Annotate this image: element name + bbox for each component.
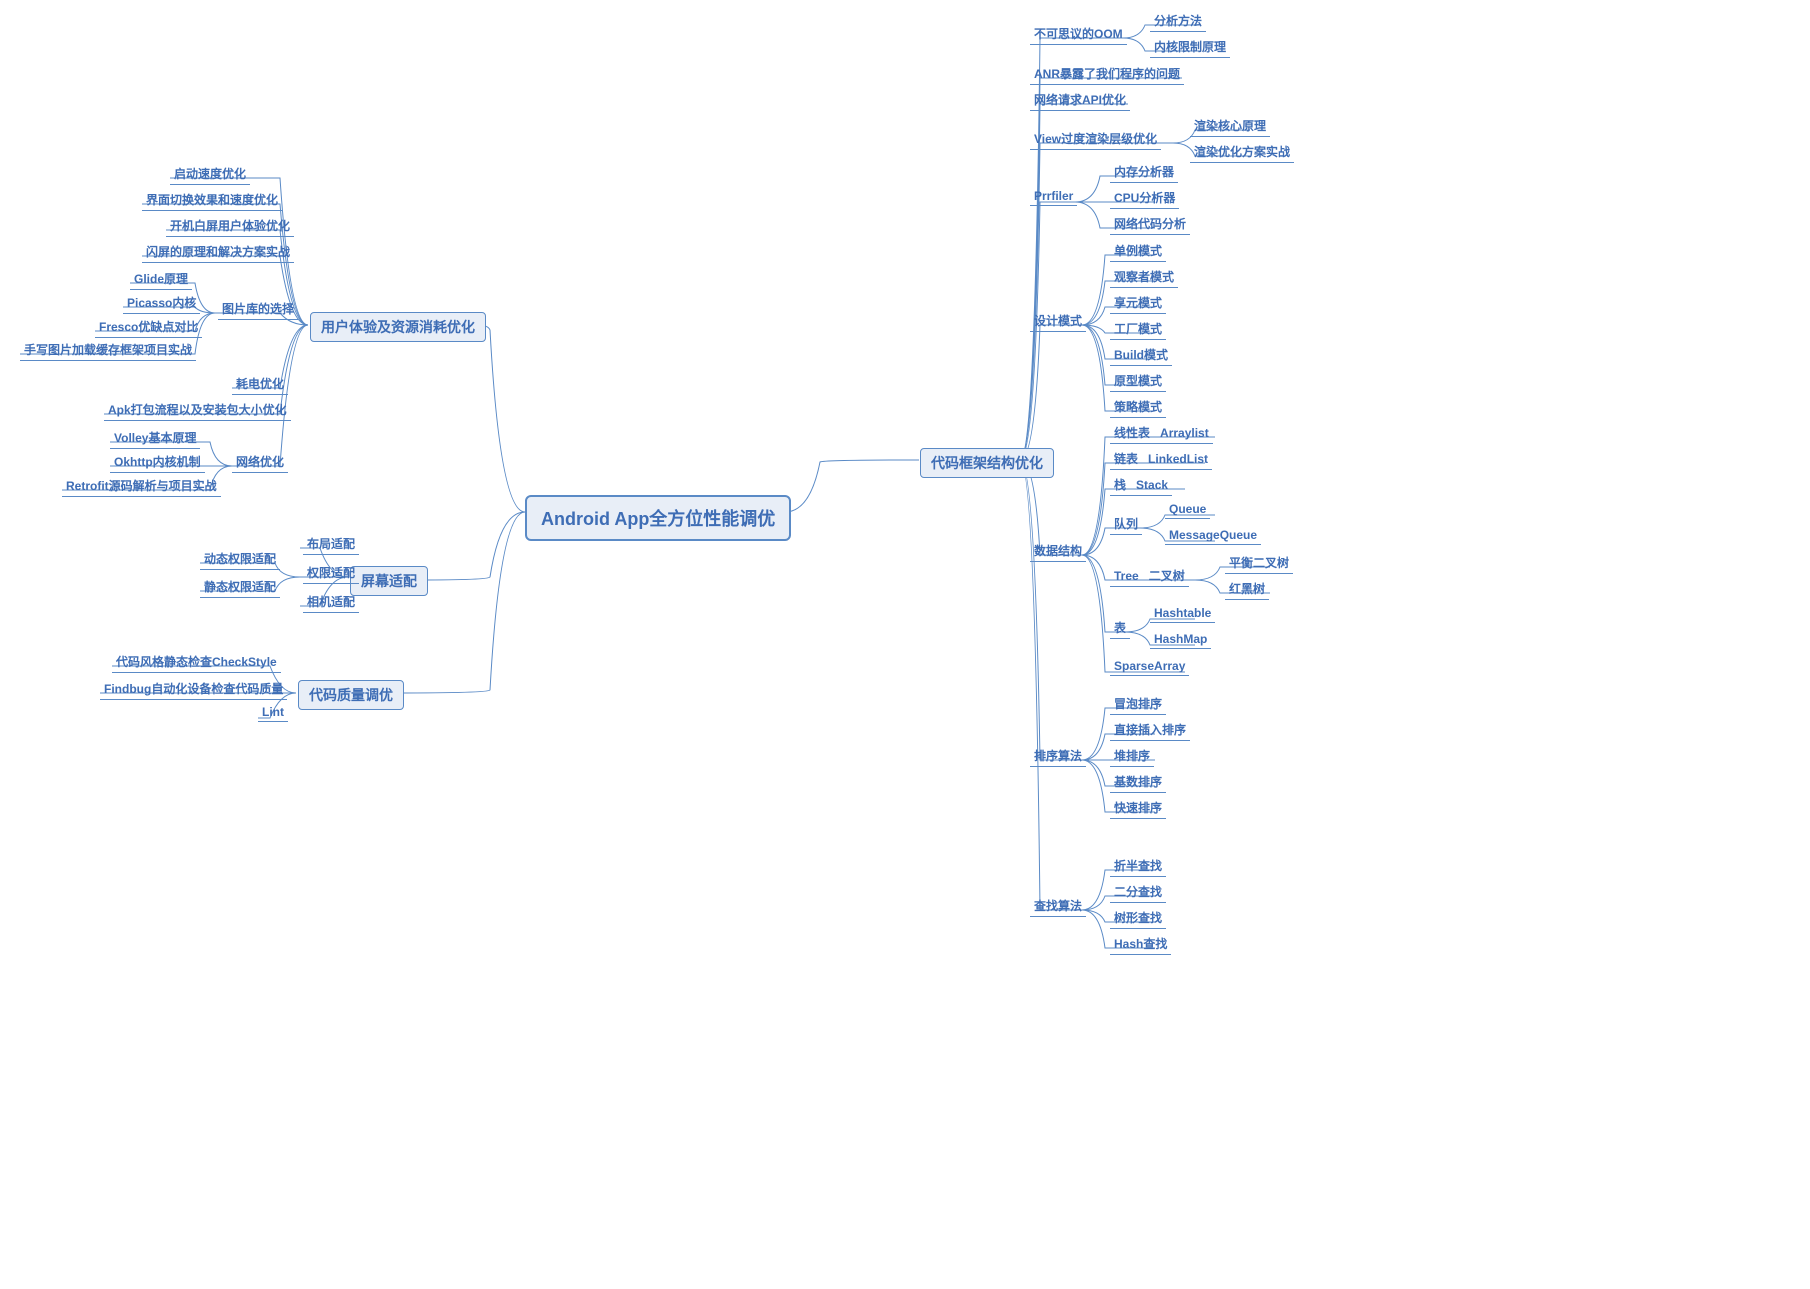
leaf-linked[interactable]: 链表 LinkedList [1110,449,1212,470]
leaf-picasso[interactable]: Picasso内核 [123,293,200,314]
leaf-perm-adapt[interactable]: 权限适配 [303,563,359,584]
leaf-view-render[interactable]: View过度渲染层级优化 [1030,129,1161,150]
leaf-okhttp[interactable]: Okhttp内核机制 [110,452,205,473]
leaf-glide[interactable]: Glide原理 [130,269,192,290]
root-node[interactable]: Android App全方位性能调优 [525,495,791,541]
leaf-hashtable[interactable]: Hashtable [1150,605,1215,623]
leaf-custom-imgloader[interactable]: 手写图片加载缓存框架项目实战 [20,340,196,361]
leaf-table[interactable]: 表 [1110,618,1130,639]
mindmap-canvas: Android App全方位性能调优 用户体验及资源消耗优化 启动速度优化 界面… [0,0,1810,1289]
leaf-arraylist: Arraylist [1160,426,1209,440]
branch-ux[interactable]: 用户体验及资源消耗优化 [310,312,486,342]
leaf-anr[interactable]: ANR暴露了我们程序的问题 [1030,64,1184,85]
leaf-radix[interactable]: 基数排序 [1110,772,1166,793]
branch-quality[interactable]: 代码质量调优 [298,680,404,710]
leaf-cpu-analyzer[interactable]: CPU分析器 [1110,188,1179,209]
leaf-prototype[interactable]: 原型模式 [1110,371,1166,392]
leaf-ds[interactable]: 数据结构 [1030,541,1086,562]
leaf-search[interactable]: 查找算法 [1030,896,1086,917]
leaf-singleton[interactable]: 单例模式 [1110,241,1166,262]
leaf-stack-title: 栈 [1114,478,1126,492]
leaf-sort[interactable]: 排序算法 [1030,746,1086,767]
leaf-net-optim[interactable]: 网络优化 [232,452,288,473]
leaf-sparsearray[interactable]: SparseArray [1110,658,1189,676]
leaf-apk-size[interactable]: Apk打包流程以及安装包大小优化 [104,400,291,421]
leaf-insertion[interactable]: 直接插入排序 [1110,720,1190,741]
leaf-linear-title: 线性表 [1114,426,1150,440]
leaf-lint[interactable]: Lint [258,704,288,722]
leaf-fresco[interactable]: Fresco优缺点对比 [95,317,202,338]
leaf-factory[interactable]: 工厂模式 [1110,319,1166,340]
leaf-whitescreen[interactable]: 开机白屏用户体验优化 [166,216,294,237]
leaf-binarytree: 二叉树 [1149,569,1185,583]
leaf-stack[interactable]: 栈 Stack [1110,475,1172,496]
leaf-linkedlist: LinkedList [1148,452,1208,466]
leaf-render-practice[interactable]: 渲染优化方案实战 [1190,142,1294,163]
leaf-static-perm[interactable]: 静态权限适配 [200,577,280,598]
branch-framework[interactable]: 代码框架结构优化 [920,448,1054,478]
leaf-binsearch2[interactable]: 二分查找 [1110,882,1166,903]
leaf-patterns[interactable]: 设计模式 [1030,311,1086,332]
leaf-splash[interactable]: 闪屏的原理和解决方案实战 [142,242,294,263]
leaf-hashsearch[interactable]: Hash查找 [1110,934,1171,955]
leaf-avl[interactable]: 平衡二叉树 [1225,553,1293,574]
leaf-oom-method[interactable]: 分析方法 [1150,11,1206,32]
leaf-transition-speed[interactable]: 界面切换效果和速度优化 [142,190,282,211]
leaf-tree-title: Tree [1114,569,1139,583]
leaf-rbtree[interactable]: 红黑树 [1225,579,1269,600]
leaf-render-core[interactable]: 渲染核心原理 [1190,116,1270,137]
leaf-findbug[interactable]: Findbug自动化设备检查代码质量 [100,679,287,700]
leaf-builder[interactable]: Build模式 [1110,345,1172,366]
leaf-observer[interactable]: 观察者模式 [1110,267,1178,288]
leaf-netapi[interactable]: 网络请求API优化 [1030,90,1130,111]
leaf-linear[interactable]: 线性表 Arraylist [1110,423,1213,444]
leaf-imglib[interactable]: 图片库的选择 [218,299,298,320]
leaf-camera-adapt[interactable]: 相机适配 [303,592,359,613]
leaf-hashmap[interactable]: HashMap [1150,631,1211,649]
leaf-stack-val: Stack [1136,478,1168,492]
leaf-quick[interactable]: 快速排序 [1110,798,1166,819]
leaf-net-analyzer[interactable]: 网络代码分析 [1110,214,1190,235]
leaf-profiler[interactable]: Prrfiler [1030,188,1077,206]
branch-screen[interactable]: 屏幕适配 [350,566,428,596]
leaf-queue[interactable]: 队列 [1110,514,1142,535]
leaf-layout-adapt[interactable]: 布局适配 [303,534,359,555]
leaf-strategy[interactable]: 策略模式 [1110,397,1166,418]
leaf-battery[interactable]: 耗电优化 [232,374,288,395]
leaf-oom-kernel[interactable]: 内核限制原理 [1150,37,1230,58]
leaf-dynamic-perm[interactable]: 动态权限适配 [200,549,280,570]
leaf-tree[interactable]: Tree 二叉树 [1110,566,1189,587]
leaf-queue-val[interactable]: Queue [1165,501,1210,519]
leaf-bubble[interactable]: 冒泡排序 [1110,694,1166,715]
leaf-oom[interactable]: 不可思议的OOM [1030,24,1127,45]
leaf-flyweight[interactable]: 享元模式 [1110,293,1166,314]
leaf-retrofit[interactable]: Retrofit源码解析与项目实战 [62,476,221,497]
leaf-startup-speed[interactable]: 启动速度优化 [170,164,250,185]
leaf-mem-analyzer[interactable]: 内存分析器 [1110,162,1178,183]
leaf-checkstyle[interactable]: 代码风格静态检查CheckStyle [112,652,281,673]
leaf-volley[interactable]: Volley基本原理 [110,428,200,449]
leaf-treesearch[interactable]: 树形查找 [1110,908,1166,929]
leaf-linked-title: 链表 [1114,452,1138,466]
leaf-binsearch1[interactable]: 折半查找 [1110,856,1166,877]
leaf-heap[interactable]: 堆排序 [1110,746,1154,767]
leaf-messagequeue[interactable]: MessageQueue [1165,527,1261,545]
